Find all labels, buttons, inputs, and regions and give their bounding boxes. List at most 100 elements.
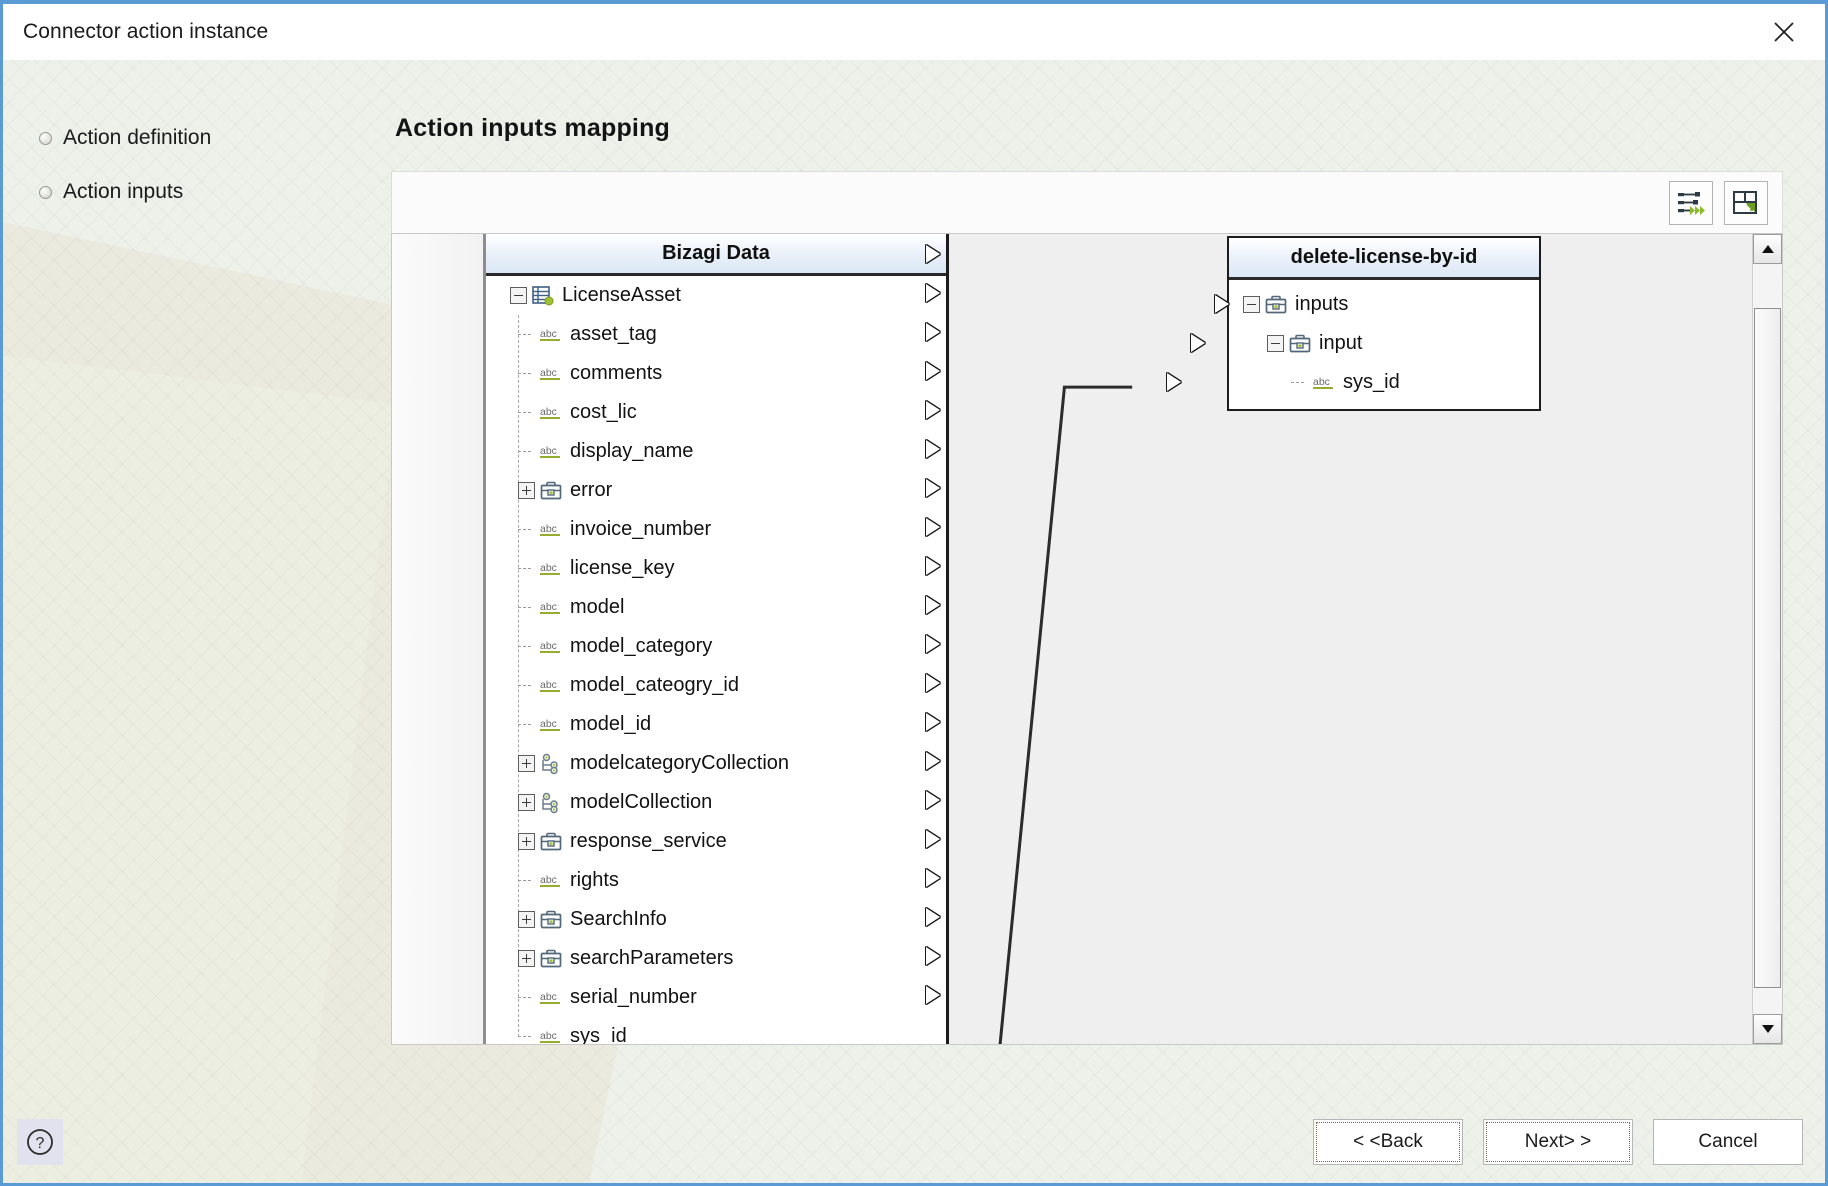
window-title: Connector action instance — [23, 20, 269, 43]
abc-icon: abc — [540, 874, 560, 887]
collapse-icon[interactable] — [510, 287, 527, 304]
tree-node[interactable]: modelCollection — [486, 783, 946, 822]
tree-node[interactable]: error — [486, 471, 946, 510]
cancel-button[interactable]: Cancel — [1653, 1119, 1803, 1165]
tree-node[interactable]: abc model — [486, 588, 946, 627]
abc-icon: abc — [540, 640, 560, 653]
briefcase-icon — [540, 949, 562, 967]
tree-branch-line — [518, 677, 535, 694]
auto-map-icon[interactable] — [1669, 180, 1713, 225]
back-button[interactable]: < <Back — [1313, 1119, 1463, 1165]
target-tree-rows: inputs input abc sys_id — [1167, 280, 1539, 409]
dialog-footer: ? < <Back Next> > Cancel — [3, 1101, 1825, 1183]
svg-text:abc: abc — [540, 328, 557, 340]
tree-node-label: comments — [570, 362, 663, 384]
tree-node[interactable]: abc serial_number — [486, 978, 946, 1017]
target-node-label: sys_id — [1343, 371, 1400, 393]
tree-node[interactable]: abc model_id — [486, 705, 946, 744]
tree-node-label: serial_number — [570, 986, 697, 1008]
main-content: Action inputs mapping Bizagi Data Licens… — [391, 114, 1783, 1045]
tree-node[interactable]: abc comments — [486, 354, 946, 393]
expand-icon[interactable] — [518, 833, 535, 850]
mapper-toolbar — [391, 171, 1783, 233]
svg-text:abc: abc — [540, 367, 557, 379]
tree-branch-line — [518, 599, 535, 616]
tree-node-label: error — [570, 479, 613, 501]
arrange-layout-icon[interactable] — [1724, 180, 1768, 225]
expand-icon[interactable] — [518, 794, 535, 811]
scrollbar-thumb[interactable] — [1754, 308, 1781, 988]
tree-node[interactable]: abc license_key — [486, 549, 946, 588]
map-target-arrow[interactable] — [1191, 334, 1205, 352]
tree-branch-line — [518, 716, 535, 733]
expand-icon[interactable] — [518, 755, 535, 772]
link-canvas: delete-license-by-id inputs input abc sys… — [949, 234, 1752, 1044]
target-tree-node[interactable]: input — [1191, 324, 1539, 363]
expand-icon[interactable] — [518, 950, 535, 967]
svg-text:abc: abc — [540, 874, 557, 886]
tree-root-node[interactable]: LicenseAsset — [486, 276, 946, 315]
target-tree-node[interactable]: abc sys_id — [1167, 363, 1539, 402]
step-bullet-icon — [39, 131, 52, 145]
briefcase-icon — [540, 910, 562, 928]
sidebar-item-action-definition[interactable]: Action definition — [39, 126, 339, 150]
target-tree-header: delete-license-by-id — [1229, 238, 1539, 280]
tree-node[interactable]: modelcategoryCollection — [486, 744, 946, 783]
tree-node-label: modelcategoryCollection — [570, 752, 790, 774]
tree-branch-line — [518, 404, 535, 421]
tree-node[interactable]: abc model_cateogry_id — [486, 666, 946, 705]
help-icon[interactable]: ? — [17, 1119, 63, 1165]
tree-node-label: asset_tag — [570, 323, 657, 345]
tree-node[interactable]: abc model_category — [486, 627, 946, 666]
dialog-body: Action definition Action inputs Action i… — [3, 60, 1825, 1101]
abc-icon: abc — [540, 562, 560, 575]
tree-node-label: response_service — [570, 830, 727, 852]
scroll-down-icon[interactable] — [1753, 1014, 1782, 1044]
map-target-arrow[interactable] — [1167, 373, 1181, 391]
footer-button-group: < <Back Next> > Cancel — [1313, 1119, 1803, 1165]
tree-node-label: rights — [570, 869, 619, 891]
source-tree-rows: LicenseAsset abc asset_tag abc comments abc… — [486, 276, 946, 1044]
target-tree-node[interactable]: inputs — [1215, 285, 1539, 324]
tree-branch-line — [518, 443, 535, 460]
connector-action-instance-dialog: Connector action instance Action definit… — [0, 0, 1828, 1186]
tree-node-label: model_id — [570, 713, 652, 735]
tree-node[interactable]: abc rights — [486, 861, 946, 900]
tree-node[interactable]: abc cost_lic — [486, 393, 946, 432]
tree-node[interactable]: abc invoice_number — [486, 510, 946, 549]
expand-icon[interactable] — [518, 911, 535, 928]
collapse-icon[interactable] — [1267, 335, 1284, 352]
abc-icon: abc — [540, 718, 560, 731]
vertical-scrollbar[interactable] — [1752, 234, 1782, 1044]
abc-icon: abc — [540, 601, 560, 614]
scroll-up-icon[interactable] — [1753, 234, 1782, 264]
scrollbar-track[interactable] — [1753, 264, 1782, 1014]
mapper-left-gutter — [392, 234, 486, 1044]
wizard-steps: Action definition Action inputs — [39, 126, 339, 234]
map-target-arrow[interactable] — [1215, 295, 1229, 313]
abc-icon: abc — [540, 1030, 560, 1043]
page-title: Action inputs mapping — [395, 114, 671, 142]
abc-icon: abc — [540, 523, 560, 536]
tree-node[interactable]: abc sys_id — [486, 1017, 946, 1044]
tree-branch-line — [518, 638, 535, 655]
tree-node[interactable]: abc asset_tag — [486, 315, 946, 354]
expand-icon[interactable] — [518, 482, 535, 499]
source-tree-header: Bizagi Data — [486, 234, 946, 276]
collapse-icon[interactable] — [1243, 296, 1260, 313]
tree-node[interactable]: searchParameters — [486, 939, 946, 978]
briefcase-icon — [1265, 295, 1287, 313]
close-icon[interactable] — [1761, 12, 1807, 52]
svg-text:abc: abc — [540, 640, 557, 652]
source-tree-panel: Bizagi Data LicenseAsset abc asset_tag abc… — [486, 234, 949, 1044]
next-button[interactable]: Next> > — [1483, 1119, 1633, 1165]
svg-text:abc: abc — [540, 562, 557, 574]
tree-node[interactable]: abc display_name — [486, 432, 946, 471]
abc-icon: abc — [1313, 376, 1333, 389]
abc-icon: abc — [540, 445, 560, 458]
svg-text:abc: abc — [540, 523, 557, 535]
tree-node[interactable]: response_service — [486, 822, 946, 861]
tree-node[interactable]: SearchInfo — [486, 900, 946, 939]
sidebar-item-action-inputs[interactable]: Action inputs — [39, 180, 339, 204]
step-label: Action definition — [63, 126, 212, 149]
